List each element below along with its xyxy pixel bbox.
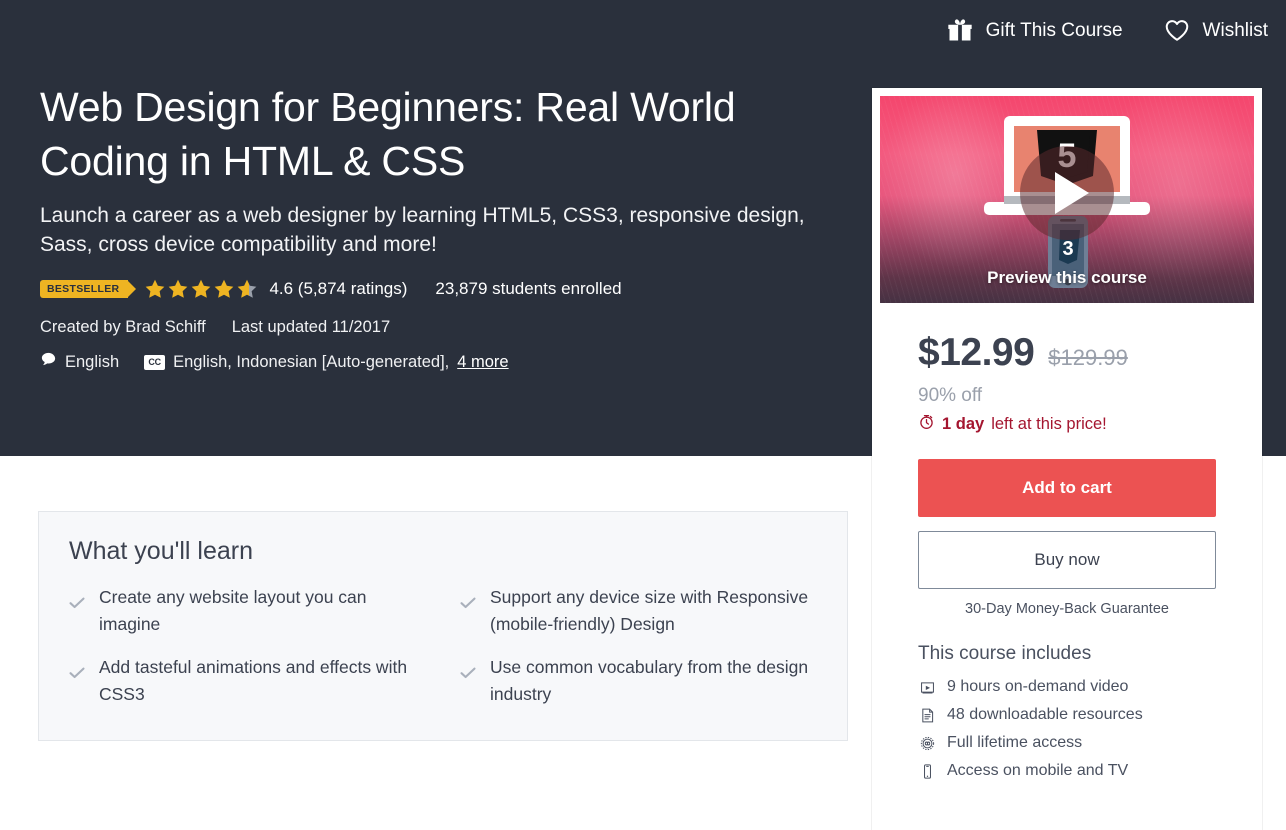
course-includes-list: 9 hours on-demand video 48 downloadable …: [918, 673, 1216, 785]
spoken-language-label: English: [65, 352, 120, 371]
star-icon-5-partial: [238, 279, 257, 298]
list-item-label: Create any website layout you can imagin…: [99, 587, 367, 634]
add-to-cart-button[interactable]: Add to cart: [918, 459, 1216, 517]
urgency-time: 1 day: [942, 414, 985, 433]
star-icon-4: [215, 279, 234, 298]
original-price: $129.99: [1048, 345, 1128, 370]
course-author-row: Created by Brad Schiff Last updated 11/2…: [40, 318, 390, 337]
list-item: Use common vocabulary from the design in…: [460, 654, 817, 708]
urgency-text: left at this price!: [991, 414, 1107, 433]
heart-icon: [1163, 16, 1191, 44]
list-item-label: Full lifetime access: [947, 734, 1083, 751]
list-item: Support any device size with Responsive …: [460, 584, 817, 638]
list-item-label: Add tasteful animations and effects with…: [99, 657, 408, 704]
list-item: Add tasteful animations and effects with…: [69, 654, 426, 708]
money-back-guarantee: 30-Day Money-Back Guarantee: [965, 601, 1169, 617]
video-icon: [918, 679, 936, 696]
check-icon: [69, 590, 85, 617]
spoken-language: English: [40, 351, 119, 373]
bestseller-badge: BESTSELLER: [40, 280, 137, 298]
list-item-label: Use common vocabulary from the design in…: [490, 657, 809, 704]
caption-languages: CC English, Indonesian [Auto-generated],…: [144, 352, 509, 372]
course-subtitle: Launch a career as a web designer by lea…: [40, 204, 805, 256]
course-landing-page: Gift This Course Wishlist Web Design for…: [0, 0, 1286, 830]
hero-utility-bar: Gift This Course Wishlist: [946, 16, 1268, 44]
discount-percent: 90% off: [918, 385, 983, 406]
list-item-label: 48 downloadable resources: [947, 706, 1143, 723]
preview-label: Preview this course: [987, 268, 1147, 287]
purchase-sidebar: 5 3 Preview this course $12.99: [872, 88, 1262, 830]
star-icon-1: [146, 279, 165, 298]
gift-icon: [946, 16, 974, 44]
check-icon: [69, 660, 85, 687]
list-item: Access on mobile and TV: [918, 757, 1216, 785]
course-language-row: English CC English, Indonesian [Auto-gen…: [40, 351, 509, 373]
course-last-updated: Last updated 11/2017: [231, 318, 391, 336]
what-you-will-learn-grid: Create any website layout you can imagin…: [69, 584, 817, 708]
svg-text:3: 3: [1062, 238, 1073, 260]
list-item: Full lifetime access: [918, 729, 1216, 757]
star-icon-3: [192, 279, 211, 298]
closed-caption-icon: CC: [144, 354, 166, 370]
course-title: Web Design for Beginners: Real World Cod…: [40, 84, 736, 184]
rating-text: 4.6 (5,874 ratings): [269, 279, 408, 298]
price-urgency: 1 day left at this price!: [918, 413, 1216, 435]
check-icon: [460, 590, 476, 617]
gift-this-course-button[interactable]: Gift This Course: [946, 16, 1123, 44]
document-icon: [918, 707, 936, 724]
course-includes-title: This course includes: [918, 643, 1092, 664]
what-you-will-learn-title: What you'll learn: [69, 537, 254, 565]
list-item: 9 hours on-demand video: [918, 673, 1216, 701]
list-item: Create any website layout you can imagin…: [69, 584, 426, 638]
what-you-will-learn-card: What you'll learn Create any website lay…: [38, 511, 848, 741]
course-author: Created by Brad Schiff: [40, 318, 206, 336]
gift-this-course-label: Gift This Course: [985, 19, 1123, 41]
list-item-label: Access on mobile and TV: [947, 762, 1129, 779]
buy-now-button[interactable]: Buy now: [918, 531, 1216, 589]
list-item-label: 9 hours on-demand video: [947, 678, 1129, 695]
purchase-details: $12.99 $129.99 90% off 1 day left at thi…: [872, 303, 1262, 785]
star-icon-2: [169, 279, 188, 298]
course-preview-video[interactable]: 5 3 Preview this course: [880, 96, 1254, 303]
star-rating: [144, 278, 258, 300]
price-row: $12.99 $129.99: [918, 331, 1216, 375]
speech-bubble-icon: [40, 351, 57, 373]
students-enrolled: 23,879 students enrolled: [435, 279, 622, 298]
play-icon: [1020, 146, 1114, 241]
list-item: 48 downloadable resources: [918, 701, 1216, 729]
mobile-icon: [918, 763, 936, 780]
infinity-icon: [918, 735, 936, 752]
timer-icon: [918, 413, 935, 435]
course-rating-row: BESTSELLER 4.6 (5,874 ratings) 23,879 st…: [40, 278, 622, 300]
list-item-label: Support any device size with Responsive …: [490, 587, 809, 634]
current-price: $12.99: [918, 331, 1035, 374]
caption-more-link[interactable]: 4 more: [457, 353, 508, 372]
wishlist-button[interactable]: Wishlist: [1163, 16, 1268, 44]
wishlist-label: Wishlist: [1202, 19, 1268, 41]
check-icon: [460, 660, 476, 687]
caption-languages-label: English, Indonesian [Auto-generated],: [173, 352, 450, 371]
